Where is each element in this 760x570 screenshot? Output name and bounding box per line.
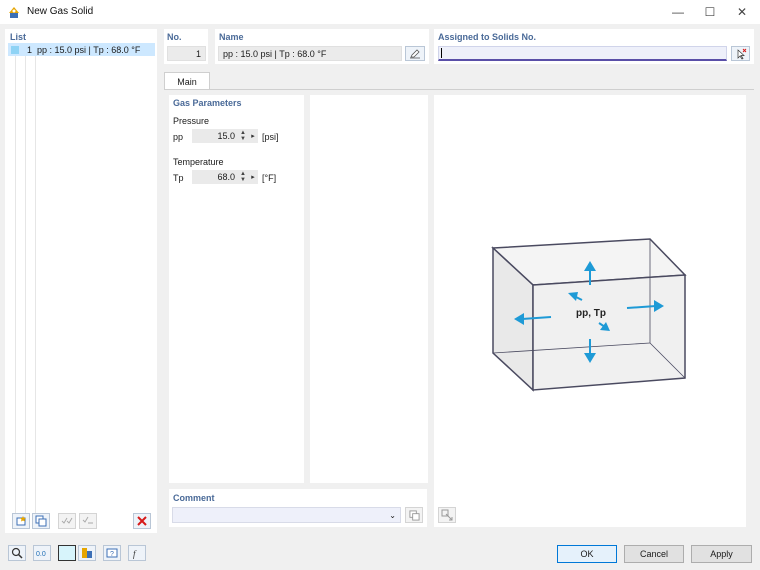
- maximize-button[interactable]: ☐: [694, 0, 726, 24]
- check-all-icon: [61, 517, 73, 524]
- diagram-panel: pp, Tp: [434, 95, 746, 527]
- color-swatch: [11, 45, 19, 54]
- comment-combobox[interactable]: ⌄: [172, 507, 401, 523]
- temperature-unit: [°F]: [262, 173, 277, 183]
- spin-menu-icon[interactable]: ▸: [248, 132, 258, 140]
- chevron-down-icon: ⌄: [389, 510, 396, 520]
- units-button[interactable]: 0.0: [33, 545, 51, 561]
- apply-label: Apply: [710, 549, 733, 559]
- help-button[interactable]: ?: [103, 545, 121, 561]
- edit-icon: [410, 49, 420, 59]
- help-icon: ?: [106, 548, 118, 558]
- new-item-icon: [16, 516, 26, 526]
- close-button[interactable]: ✕: [726, 0, 758, 24]
- svg-text:f: f: [133, 549, 137, 559]
- no-label: No.: [167, 32, 182, 42]
- select-pointer-icon: [737, 48, 746, 59]
- display-settings-icon: [82, 548, 92, 558]
- name-panel: Name pp : 15.0 psi | Tp : 68.0 °F: [215, 29, 429, 64]
- text-cursor: [441, 48, 442, 58]
- svg-text:?: ?: [110, 551, 114, 558]
- uncheck-all-button[interactable]: [79, 513, 97, 529]
- empty-panel: [310, 95, 428, 483]
- check-all-button[interactable]: [58, 513, 76, 529]
- assigned-label: Assigned to Solids No.: [438, 32, 537, 42]
- edit-name-button[interactable]: [405, 46, 425, 61]
- list-panel: List 1 pp : 15.0 psi | Tp : 68.0 °F: [5, 29, 157, 533]
- cancel-button[interactable]: Cancel: [624, 545, 684, 563]
- gas-parameters-title: Gas Parameters: [173, 98, 242, 108]
- no-value: 1: [195, 48, 201, 59]
- name-label: Name: [219, 32, 244, 42]
- gas-parameters-panel: Gas Parameters Pressure pp 15.0 ▲ ▼ ▸ [ps…: [169, 95, 304, 483]
- no-field[interactable]: 1: [167, 46, 206, 61]
- temperature-input[interactable]: 68.0 ▲ ▼ ▸: [192, 170, 258, 184]
- ok-button[interactable]: OK: [557, 545, 617, 563]
- close-icon: ✕: [736, 5, 748, 19]
- pressure-input[interactable]: 15.0 ▲ ▼ ▸: [192, 129, 258, 143]
- diagram-label: pp, Tp: [576, 308, 606, 319]
- pressure-symbol: pp: [173, 132, 184, 142]
- assigned-input[interactable]: [438, 46, 727, 61]
- spin-updown-icon[interactable]: ▲ ▼: [238, 130, 248, 142]
- copy-icon: [35, 515, 47, 527]
- minimize-button[interactable]: —: [662, 0, 694, 24]
- decimal-units-icon: 0.0: [36, 551, 46, 558]
- view-options-icon: [441, 509, 453, 521]
- pressure-label: Pressure: [173, 116, 210, 126]
- pressure-value: 15.0: [217, 131, 235, 141]
- tree-guide: [15, 56, 16, 526]
- copy-item-button[interactable]: [32, 513, 50, 529]
- name-value: pp : 15.0 psi | Tp : 68.0 °F: [223, 48, 327, 59]
- uncheck-all-icon: [82, 516, 93, 524]
- delete-item-button[interactable]: [133, 513, 151, 529]
- display-button[interactable]: [78, 545, 96, 561]
- apply-button[interactable]: Apply: [691, 545, 752, 563]
- new-item-button[interactable]: [12, 513, 30, 529]
- temperature-symbol: Tp: [173, 173, 184, 183]
- temperature-label: Temperature: [173, 157, 224, 167]
- app-icon: [9, 7, 19, 18]
- maximize-icon: ☐: [704, 5, 716, 19]
- comment-library-button[interactable]: [405, 507, 423, 523]
- delete-icon: [137, 516, 147, 526]
- list-header: List: [10, 32, 27, 42]
- spin-updown-icon[interactable]: ▲ ▼: [238, 171, 248, 183]
- list-item-number: 1: [27, 44, 33, 55]
- title-bar: New Gas Solid — ☐ ✕: [0, 0, 760, 24]
- assigned-panel: Assigned to Solids No.: [434, 29, 754, 64]
- temperature-value: 68.0: [217, 172, 235, 182]
- gas-solid-diagram: pp, Tp: [491, 238, 687, 392]
- list-item-label: pp : 15.0 psi | Tp : 68.0 °F: [37, 44, 141, 55]
- formula-button[interactable]: f: [128, 545, 146, 561]
- minimize-icon: —: [672, 5, 684, 19]
- tab-main[interactable]: Main: [164, 72, 210, 90]
- name-field[interactable]: pp : 15.0 psi | Tp : 68.0 °F: [218, 46, 402, 61]
- tab-divider: [164, 89, 754, 90]
- window-title: New Gas Solid: [27, 6, 94, 17]
- cancel-label: Cancel: [639, 549, 668, 559]
- pressure-unit: [psi]: [262, 132, 279, 142]
- list-item[interactable]: 1 pp : 15.0 psi | Tp : 68.0 °F: [8, 43, 155, 56]
- comment-panel: Comment ⌄: [169, 489, 427, 527]
- color-button[interactable]: [58, 545, 76, 561]
- comment-label: Comment: [173, 493, 215, 503]
- pick-solids-button[interactable]: [731, 46, 750, 61]
- diagram-options-button[interactable]: [438, 507, 456, 523]
- search-button[interactable]: [8, 545, 26, 561]
- formula-icon: f: [133, 549, 137, 559]
- tree-guide: [25, 56, 26, 526]
- svg-text:0.0: 0.0: [36, 551, 46, 558]
- ok-label: OK: [580, 549, 594, 559]
- copy-icon: [408, 509, 420, 521]
- spin-menu-icon[interactable]: ▸: [248, 173, 258, 181]
- no-panel: No. 1: [164, 29, 208, 64]
- tab-main-label: Main: [177, 76, 197, 87]
- search-icon: [11, 547, 23, 559]
- tree-guide: [35, 56, 36, 526]
